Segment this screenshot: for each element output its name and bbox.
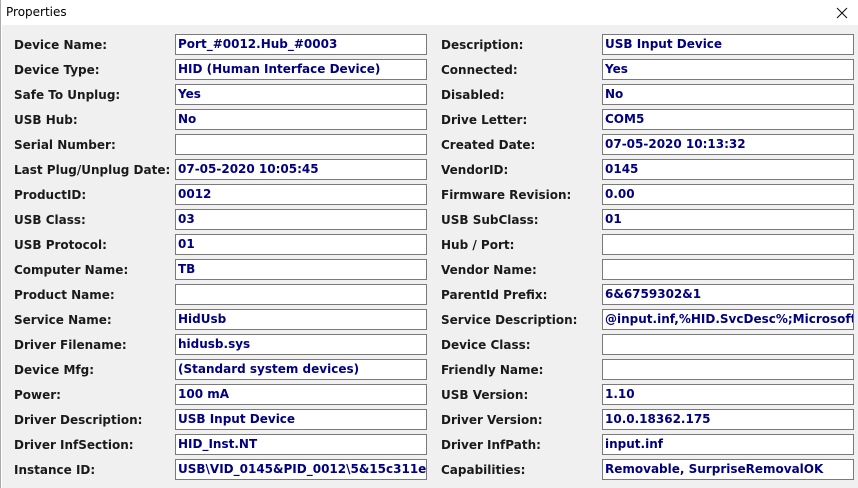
property-value-field[interactable]: @input.inf,%HID.SvcDesc%;Microsoft bbox=[602, 309, 854, 330]
property-label: Service Name: bbox=[14, 313, 112, 327]
property-label: USB SubClass: bbox=[441, 213, 539, 227]
property-row: Power: 100 mA USB Version: 1.10 bbox=[2, 384, 858, 409]
property-row: Safe To Unplug: Yes Disabled: No bbox=[2, 84, 858, 109]
properties-panel: Device Name: Port_#0012.Hub_#0003 Descript… bbox=[2, 25, 858, 488]
property-value-field[interactable]: No bbox=[602, 84, 854, 105]
property-label: Product Name: bbox=[14, 288, 115, 302]
property-value-field[interactable]: 10.0.18362.175 bbox=[602, 409, 854, 430]
property-label: Driver InfSection: bbox=[14, 438, 134, 452]
property-label: Device Type: bbox=[14, 63, 100, 77]
property-value-field[interactable]: USB Input Device bbox=[175, 409, 427, 430]
property-value-field[interactable] bbox=[602, 334, 854, 355]
property-row: Computer Name: TB Vendor Name: bbox=[2, 259, 858, 284]
property-row: Device Name: Port_#0012.Hub_#0003 Descript… bbox=[2, 34, 858, 59]
property-value-field[interactable]: USB Input Device bbox=[602, 34, 854, 55]
property-label: USB Version: bbox=[441, 388, 529, 402]
property-label: Drive Letter: bbox=[441, 113, 528, 127]
close-button[interactable] bbox=[825, 0, 858, 25]
property-value-field[interactable] bbox=[175, 134, 427, 155]
property-value-field[interactable]: 0012 bbox=[175, 184, 427, 205]
property-row: Service Name: HidUsb Service Description: @… bbox=[2, 309, 858, 334]
property-label: Power: bbox=[14, 388, 61, 402]
property-value-field[interactable]: 0.00 bbox=[602, 184, 854, 205]
property-row: Product Name: ParentId Prefix: 6&6759302&1 bbox=[2, 284, 858, 309]
property-row: Driver InfSection: HID_Inst.NT Driver InfP… bbox=[2, 434, 858, 459]
property-value-field[interactable]: hidusb.sys bbox=[175, 334, 427, 355]
property-label: Device Mfg: bbox=[14, 363, 95, 377]
property-label: Driver Version: bbox=[441, 413, 543, 427]
property-label: ParentId Prefix: bbox=[441, 288, 548, 302]
property-row: USB Protocol: 01 Hub / Port: bbox=[2, 234, 858, 259]
property-value-field[interactable]: No bbox=[175, 109, 427, 130]
property-value-field[interactable]: HID (Human Interface Device) bbox=[175, 59, 427, 80]
property-value-field[interactable]: HidUsb bbox=[175, 309, 427, 330]
property-value-field[interactable]: USB\VID_0145&PID_0012\5&15c311e bbox=[175, 459, 427, 480]
property-label: Friendly Name: bbox=[441, 363, 544, 377]
property-value-field[interactable]: Yes bbox=[175, 84, 427, 105]
property-label: Created Date: bbox=[441, 138, 536, 152]
property-value-field[interactable] bbox=[602, 259, 854, 280]
property-value-field[interactable]: 01 bbox=[602, 209, 854, 230]
property-row: Device Mfg: (Standard system devices) Frie… bbox=[2, 359, 858, 384]
property-label: Computer Name: bbox=[14, 263, 129, 277]
property-value-field[interactable]: Yes bbox=[602, 59, 854, 80]
property-label: Vendor Name: bbox=[441, 263, 537, 277]
property-row: Driver Description: USB Input Device Drive… bbox=[2, 409, 858, 434]
property-label: Driver Description: bbox=[14, 413, 143, 427]
property-row: ProductID: 0012 Firmware Revision: 0.00 bbox=[2, 184, 858, 209]
property-value-field[interactable]: Port_#0012.Hub_#0003 bbox=[175, 34, 427, 55]
properties-window: Properties Device Name: Port_#0012.Hub_#0… bbox=[0, 0, 858, 488]
property-label: Serial Number: bbox=[14, 138, 116, 152]
property-value-field[interactable] bbox=[602, 359, 854, 380]
property-label: USB Hub: bbox=[14, 113, 78, 127]
property-label: Description: bbox=[441, 38, 524, 52]
property-value-field[interactable] bbox=[175, 284, 427, 305]
property-label: Last Plug/Unplug Date: bbox=[14, 163, 171, 177]
close-icon bbox=[836, 7, 848, 18]
property-value-field[interactable]: 01 bbox=[175, 234, 427, 255]
property-value-field[interactable]: Removable, SurpriseRemovalOK bbox=[602, 459, 854, 480]
property-row: USB Class: 03 USB SubClass: 01 bbox=[2, 209, 858, 234]
property-label: Safe To Unplug: bbox=[14, 88, 121, 102]
property-row: USB Hub: No Drive Letter: COM5 bbox=[2, 109, 858, 134]
property-label: Device Name: bbox=[14, 38, 108, 52]
property-value-field[interactable]: input.inf bbox=[602, 434, 854, 455]
property-label: VendorID: bbox=[441, 163, 509, 177]
property-label: Firmware Revision: bbox=[441, 188, 572, 202]
property-value-field[interactable]: 6&6759302&1 bbox=[602, 284, 854, 305]
property-label: Service Description: bbox=[441, 313, 578, 327]
window-title: Properties bbox=[6, 5, 67, 19]
property-row: Device Type: HID (Human Interface Device)… bbox=[2, 59, 858, 84]
property-label: USB Protocol: bbox=[14, 238, 107, 252]
property-row: Driver Filename: hidusb.sys Device Class: bbox=[2, 334, 858, 359]
property-value-field[interactable]: 0145 bbox=[602, 159, 854, 180]
property-label: USB Class: bbox=[14, 213, 86, 227]
property-label: Device Class: bbox=[441, 338, 531, 352]
property-label: Connected: bbox=[441, 63, 518, 77]
property-row: Instance ID: USB\VID_0145&PID_0012\5&15c3… bbox=[2, 459, 858, 484]
property-value-field[interactable]: COM5 bbox=[602, 109, 854, 130]
property-value-field[interactable]: 07-05-2020 10:13:32 bbox=[602, 134, 854, 155]
property-value-field[interactable]: 1.10 bbox=[602, 384, 854, 405]
property-label: ProductID: bbox=[14, 188, 87, 202]
property-label: Hub / Port: bbox=[441, 238, 515, 252]
property-value-field[interactable]: 100 mA bbox=[175, 384, 427, 405]
property-value-field[interactable]: 07-05-2020 10:05:45 bbox=[175, 159, 427, 180]
title-bar: Properties bbox=[1, 0, 858, 25]
property-value-field[interactable] bbox=[602, 234, 854, 255]
property-value-field[interactable]: 03 bbox=[175, 209, 427, 230]
property-label: Capabilities: bbox=[441, 463, 526, 477]
property-label: Disabled: bbox=[441, 88, 505, 102]
property-label: Driver InfPath: bbox=[441, 438, 541, 452]
property-value-field[interactable]: (Standard system devices) bbox=[175, 359, 427, 380]
property-value-field[interactable]: TB bbox=[175, 259, 427, 280]
property-value-field[interactable]: HID_Inst.NT bbox=[175, 434, 427, 455]
property-row: Serial Number: Created Date: 07-05-2020 10… bbox=[2, 134, 858, 159]
property-label: Instance ID: bbox=[14, 463, 96, 477]
property-label: Driver Filename: bbox=[14, 338, 127, 352]
property-row: Last Plug/Unplug Date: 07-05-2020 10:05:4… bbox=[2, 159, 858, 184]
